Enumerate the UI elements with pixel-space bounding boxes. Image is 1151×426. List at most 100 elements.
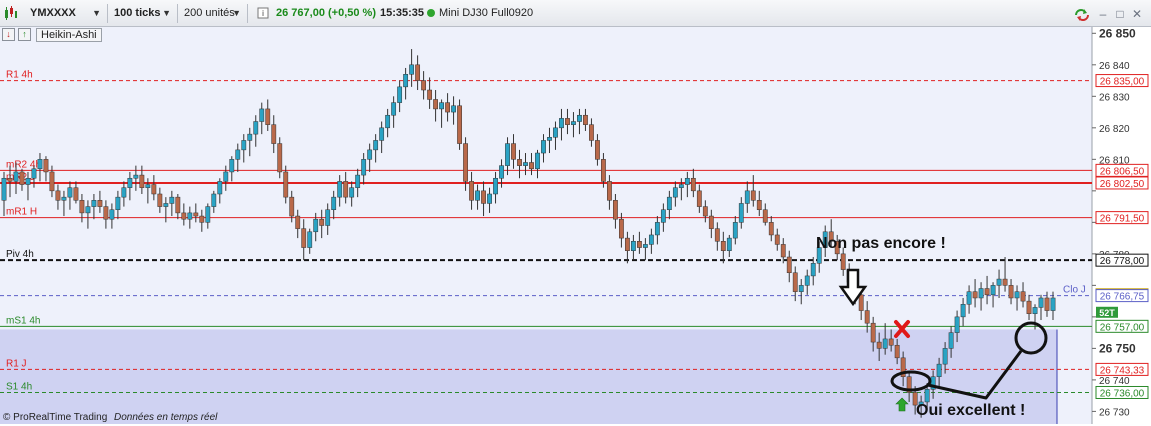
annotation-text-top: Non pas encore ! — [816, 235, 946, 252]
candle-body — [169, 196, 175, 204]
candle-body — [325, 209, 331, 226]
candle-body — [624, 237, 630, 251]
candle-body — [732, 222, 738, 239]
candle-body — [241, 140, 247, 151]
candle-body — [1044, 297, 1050, 311]
candle-body — [840, 253, 846, 270]
down-arrow-icon[interactable]: ↓ — [2, 28, 15, 41]
candle-body — [648, 234, 654, 245]
units-selector[interactable]: 200 unités ▼ — [178, 4, 248, 23]
candle-body — [187, 212, 193, 220]
restore-icon[interactable]: □ — [1114, 8, 1126, 20]
minimize-icon[interactable]: – — [1097, 8, 1109, 20]
candle-body — [31, 168, 37, 179]
up-arrow-icon[interactable]: ↑ — [18, 28, 31, 41]
candle-body — [409, 64, 415, 75]
y-tick-label: 26 750 — [1099, 341, 1136, 355]
candle-body — [313, 218, 319, 233]
candle-body — [511, 143, 516, 160]
candle-body — [595, 140, 600, 160]
candle-body — [205, 206, 211, 223]
candle-body — [942, 348, 948, 365]
candle-body — [726, 237, 732, 251]
price-chart[interactable]: 26 73026 74026 75026 78026 81026 82026 8… — [0, 0, 1151, 426]
level-name: Piv 4h — [6, 249, 34, 260]
candle-body — [271, 124, 277, 144]
chart-type-icon[interactable] — [4, 4, 18, 23]
candle-body — [1026, 300, 1032, 314]
candle-body — [283, 171, 289, 198]
candle-body — [780, 244, 786, 258]
candle-body — [966, 291, 972, 305]
candle-body — [642, 244, 648, 248]
close-icon[interactable]: ✕ — [1131, 8, 1143, 20]
level-name: Clo J — [1063, 285, 1086, 296]
level-tag-label: 26 791,50 — [1100, 214, 1145, 225]
candle-body — [109, 209, 115, 220]
candle-body — [858, 294, 864, 311]
candle-body — [487, 193, 492, 204]
info-icon[interactable]: i — [257, 4, 269, 23]
instrument-name: Mini DJ30 Full0920 — [439, 7, 534, 19]
annotation-text-bottom: Oui excellent ! — [916, 402, 1025, 419]
candle-body — [175, 196, 181, 214]
candle-body — [666, 196, 672, 210]
candle-body — [996, 278, 1002, 286]
candle-body — [696, 190, 702, 207]
refresh-icon[interactable] — [1073, 8, 1091, 21]
candle-body — [145, 184, 151, 188]
candle-body — [151, 184, 157, 195]
candle-body — [259, 108, 265, 122]
candle-body — [601, 159, 606, 182]
candle-body — [924, 389, 930, 403]
candle-body — [684, 177, 690, 185]
candle-body — [235, 149, 241, 160]
candle-body — [481, 190, 486, 204]
candle-body — [367, 149, 373, 160]
candle-body — [523, 162, 528, 166]
candle-body — [1050, 297, 1056, 311]
candle-body — [505, 143, 510, 166]
candle-body — [343, 181, 349, 198]
candle-body — [948, 332, 954, 349]
candle-body — [223, 171, 229, 182]
chevron-down-icon: ▼ — [232, 8, 241, 18]
candle-body — [589, 124, 594, 141]
candle-body — [133, 174, 139, 179]
candle-body — [786, 256, 792, 274]
candle-body — [19, 171, 25, 185]
symbol-selector[interactable]: YMXXXX ▼ — [24, 4, 108, 23]
y-tick-label: 26 740 — [1099, 376, 1130, 387]
candle-body — [391, 102, 397, 116]
heikin-ashi-label[interactable]: Heikin-Ashi — [36, 28, 102, 42]
candle-body — [547, 137, 552, 141]
candle-body — [607, 181, 612, 201]
candle-body — [373, 140, 379, 151]
candle-body — [121, 187, 127, 198]
footer-brand: © ProRealTime Trading — [3, 412, 107, 423]
interval-selector[interactable]: 100 ticks ▼ — [108, 4, 178, 23]
level-name: S1 4h — [6, 381, 32, 392]
candle-body — [355, 174, 361, 188]
support-zone — [0, 329, 1057, 424]
candle-body — [756, 200, 762, 210]
level-tag-label: 26 736,00 — [1100, 388, 1145, 399]
candle-body — [529, 162, 534, 170]
indicator-bar: ↓ ↑ Heikin-Ashi — [0, 27, 1151, 44]
candle-body — [277, 143, 283, 173]
live-status-icon — [426, 4, 436, 23]
candle-body — [289, 196, 295, 217]
candle-body — [720, 241, 726, 251]
candle-body — [451, 105, 456, 113]
candle-body — [660, 209, 666, 223]
candle-body — [613, 200, 618, 220]
candle-body — [55, 190, 61, 201]
candle-body — [7, 177, 13, 182]
candle-body — [894, 344, 900, 359]
candle-body — [577, 114, 582, 122]
candle-body — [630, 241, 636, 251]
candle-body — [870, 322, 876, 343]
clock-time: 15:35:35 — [380, 7, 425, 19]
symbol-label: YMXXXX — [30, 7, 76, 19]
candle-body — [768, 222, 774, 236]
